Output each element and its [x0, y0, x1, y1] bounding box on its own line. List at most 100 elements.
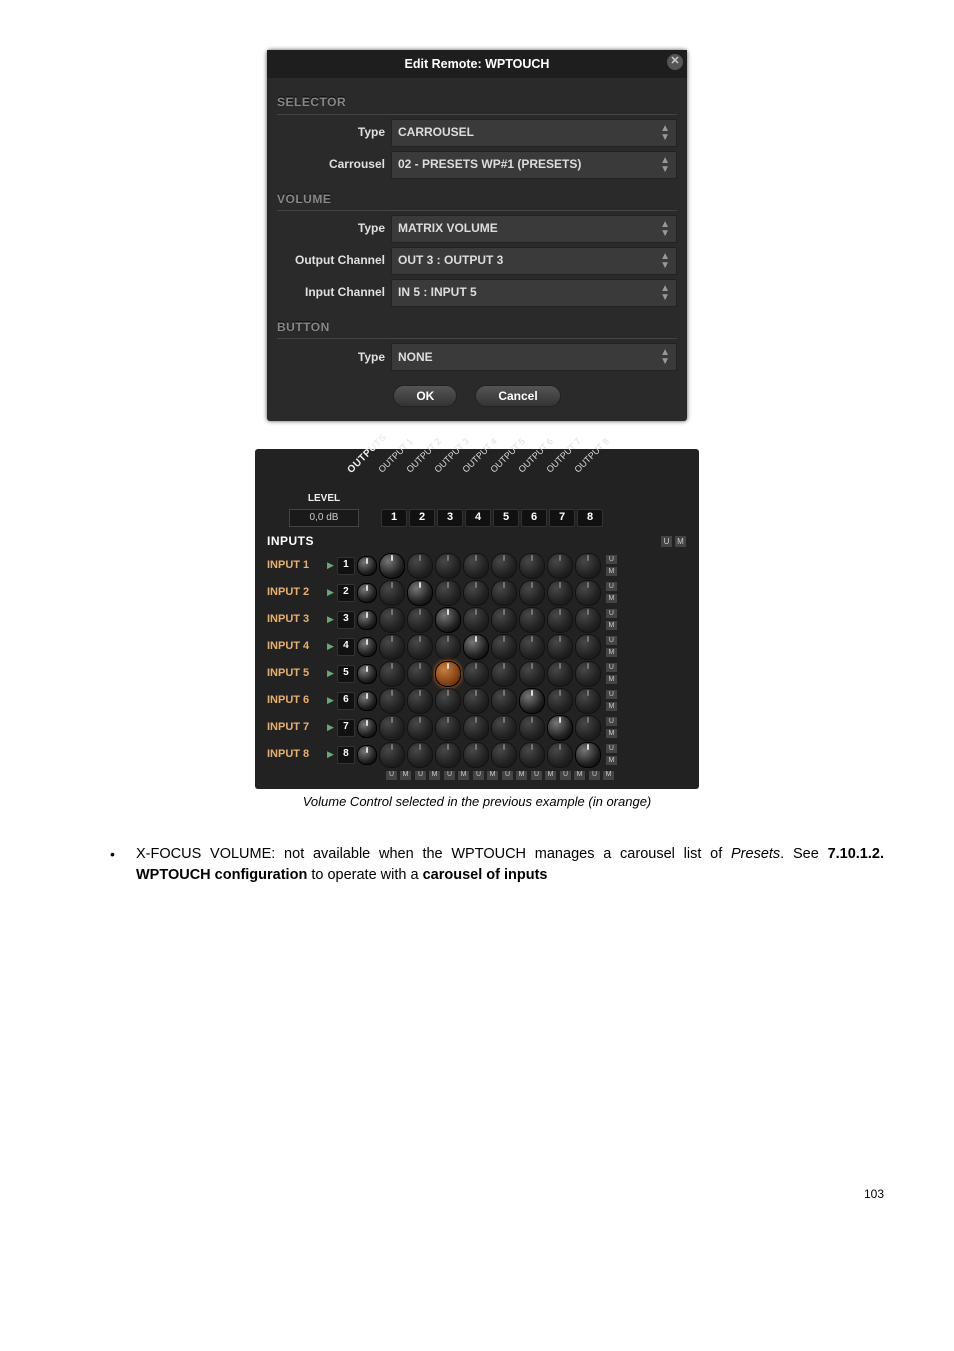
input-number[interactable]: 5 — [337, 665, 355, 683]
row-unmute[interactable]: U — [605, 689, 618, 700]
volume-type-dropdown[interactable]: MATRIX VOLUME ▲▼ — [391, 215, 677, 243]
matrix-knob[interactable] — [575, 661, 601, 687]
play-icon[interactable]: ▶ — [327, 640, 334, 653]
matrix-knob[interactable] — [407, 661, 433, 687]
matrix-knob[interactable] — [491, 661, 517, 687]
matrix-knob[interactable] — [435, 715, 461, 741]
matrix-knob[interactable] — [519, 607, 545, 633]
matrix-knob[interactable] — [435, 607, 461, 633]
matrix-knob[interactable] — [519, 688, 545, 714]
input-level-knob[interactable] — [357, 583, 377, 603]
play-icon[interactable]: ▶ — [327, 667, 334, 680]
input-number[interactable]: 2 — [337, 584, 355, 602]
col-unmute[interactable]: U — [530, 770, 543, 781]
input-number[interactable]: 3 — [337, 611, 355, 629]
output-number[interactable]: 2 — [409, 509, 435, 527]
output-number[interactable]: 1 — [381, 509, 407, 527]
matrix-knob[interactable] — [379, 580, 405, 606]
output-number[interactable]: 4 — [465, 509, 491, 527]
output-number[interactable]: 7 — [549, 509, 575, 527]
col-unmute[interactable]: U — [501, 770, 514, 781]
matrix-knob[interactable] — [407, 715, 433, 741]
matrix-knob[interactable] — [547, 715, 573, 741]
col-mute[interactable]: M — [515, 770, 528, 781]
play-icon[interactable]: ▶ — [327, 613, 334, 626]
row-mute[interactable]: M — [605, 728, 618, 739]
matrix-knob[interactable] — [491, 553, 517, 579]
matrix-knob[interactable] — [547, 553, 573, 579]
output-number[interactable]: 6 — [521, 509, 547, 527]
input-channel-dropdown[interactable]: IN 5 : INPUT 5 ▲▼ — [391, 279, 677, 307]
matrix-knob[interactable] — [491, 688, 517, 714]
play-icon[interactable]: ▶ — [327, 586, 334, 599]
matrix-knob[interactable] — [379, 742, 405, 768]
input-level-knob[interactable] — [357, 556, 377, 576]
col-mute[interactable]: M — [399, 770, 412, 781]
output-channel-dropdown[interactable]: OUT 3 : OUTPUT 3 ▲▼ — [391, 247, 677, 275]
matrix-knob[interactable] — [491, 607, 517, 633]
matrix-knob[interactable] — [379, 661, 405, 687]
col-unmute[interactable]: U — [385, 770, 398, 781]
matrix-knob[interactable] — [379, 688, 405, 714]
col-mute[interactable]: M — [428, 770, 441, 781]
row-unmute[interactable]: U — [605, 635, 618, 646]
matrix-knob[interactable] — [463, 580, 489, 606]
input-number[interactable]: 4 — [337, 638, 355, 656]
matrix-knob[interactable] — [519, 553, 545, 579]
matrix-knob[interactable] — [575, 607, 601, 633]
close-icon[interactable]: ✕ — [667, 54, 683, 70]
col-mute[interactable]: M — [602, 770, 615, 781]
output-number[interactable]: 3 — [437, 509, 463, 527]
row-mute[interactable]: M — [605, 755, 618, 766]
matrix-knob[interactable] — [575, 742, 601, 768]
matrix-knob[interactable] — [463, 607, 489, 633]
matrix-knob[interactable] — [379, 553, 405, 579]
row-unmute[interactable]: U — [605, 581, 618, 592]
matrix-knob[interactable] — [463, 688, 489, 714]
col-mute[interactable]: M — [457, 770, 470, 781]
input-level-knob[interactable] — [357, 637, 377, 657]
matrix-knob[interactable] — [435, 661, 461, 687]
matrix-knob[interactable] — [491, 742, 517, 768]
matrix-knob[interactable] — [491, 580, 517, 606]
matrix-knob[interactable] — [407, 607, 433, 633]
matrix-knob[interactable] — [463, 553, 489, 579]
matrix-knob[interactable] — [463, 742, 489, 768]
input-level-knob[interactable] — [357, 745, 377, 765]
matrix-knob[interactable] — [519, 634, 545, 660]
row-unmute[interactable]: U — [605, 716, 618, 727]
matrix-knob[interactable] — [463, 715, 489, 741]
play-icon[interactable]: ▶ — [327, 721, 334, 734]
matrix-knob[interactable] — [519, 580, 545, 606]
play-icon[interactable]: ▶ — [327, 748, 334, 761]
col-unmute[interactable]: U — [443, 770, 456, 781]
col-unmute[interactable]: U — [588, 770, 601, 781]
matrix-knob[interactable] — [379, 607, 405, 633]
row-mute[interactable]: M — [605, 566, 618, 577]
matrix-knob[interactable] — [519, 715, 545, 741]
matrix-knob[interactable] — [407, 634, 433, 660]
matrix-knob[interactable] — [463, 661, 489, 687]
matrix-knob[interactable] — [379, 634, 405, 660]
row-mute[interactable]: M — [605, 647, 618, 658]
col-mute[interactable]: M — [486, 770, 499, 781]
col-mute[interactable]: M — [573, 770, 586, 781]
matrix-knob[interactable] — [519, 661, 545, 687]
matrix-knob[interactable] — [547, 580, 573, 606]
output-number[interactable]: 5 — [493, 509, 519, 527]
matrix-knob[interactable] — [407, 742, 433, 768]
play-icon[interactable]: ▶ — [327, 559, 334, 572]
matrix-knob[interactable] — [547, 634, 573, 660]
col-unmute[interactable]: U — [414, 770, 427, 781]
col-unmute[interactable]: U — [559, 770, 572, 781]
matrix-knob[interactable] — [575, 634, 601, 660]
col-mute[interactable]: M — [544, 770, 557, 781]
matrix-knob[interactable] — [407, 688, 433, 714]
row-unmute[interactable]: U — [605, 743, 618, 754]
matrix-knob[interactable] — [407, 580, 433, 606]
matrix-knob[interactable] — [435, 742, 461, 768]
matrix-knob[interactable] — [491, 715, 517, 741]
row-mute[interactable]: M — [605, 674, 618, 685]
matrix-knob[interactable] — [491, 634, 517, 660]
input-level-knob[interactable] — [357, 718, 377, 738]
